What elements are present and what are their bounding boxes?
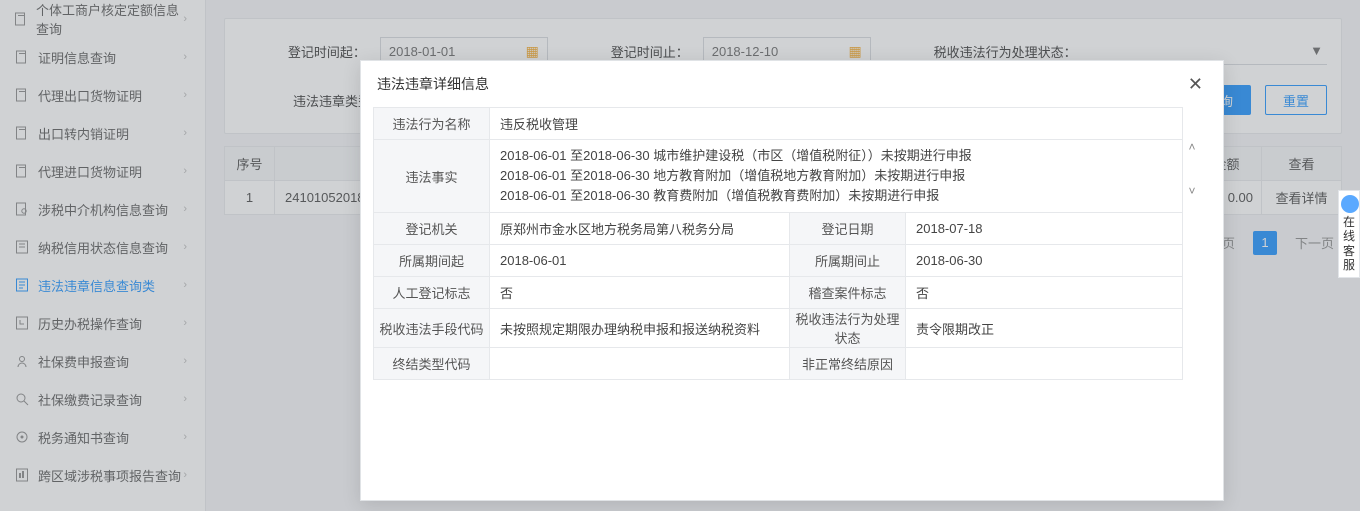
value-violation-fact: 2018-06-01 至2018-06-30 城市维护建设税（市区（增值税附征）… bbox=[490, 140, 1183, 213]
modal-title: 违法违章详细信息 bbox=[377, 74, 489, 94]
label-violation-fact: 违法事实 bbox=[374, 140, 490, 213]
label-reg-org: 登记机关 bbox=[374, 213, 490, 245]
label-end-type-code: 终结类型代码 bbox=[374, 348, 490, 380]
value-means-code: 未按照规定期限办理纳税申报和报送纳税资料 bbox=[490, 309, 790, 348]
avatar-icon bbox=[1341, 195, 1359, 213]
scroll-down-icon[interactable]: ˅ bbox=[1188, 185, 1195, 197]
helper-line1: 在线 bbox=[1341, 215, 1357, 244]
value-violation-name: 违反税收管理 bbox=[490, 108, 1183, 140]
label-period-to: 所属期间止 bbox=[790, 245, 906, 277]
value-manual-flag: 否 bbox=[490, 277, 790, 309]
label-violation-name: 违法行为名称 bbox=[374, 108, 490, 140]
detail-table: 违法行为名称 违反税收管理 违法事实 2018-06-01 至2018-06-3… bbox=[373, 107, 1183, 380]
label-abnormal-end: 非正常终结原因 bbox=[790, 348, 906, 380]
value-handle-status: 责令限期改正 bbox=[906, 309, 1183, 348]
value-period-to: 2018-06-30 bbox=[906, 245, 1183, 277]
fact-line: 2018-06-01 至2018-06-30 城市维护建设税（市区（增值税附征）… bbox=[500, 146, 1172, 166]
label-manual-flag: 人工登记标志 bbox=[374, 277, 490, 309]
violation-detail-modal: 违法违章详细信息 ✕ 违法行为名称 违反税收管理 违法事实 2018-06-01… bbox=[360, 60, 1224, 501]
fact-scrollbar[interactable]: ˄ ˅ bbox=[1183, 141, 1201, 197]
label-audit-flag: 稽查案件标志 bbox=[790, 277, 906, 309]
online-service-tab[interactable]: 在线 客服 bbox=[1338, 190, 1360, 278]
value-abnormal-end bbox=[906, 348, 1183, 380]
value-reg-org: 原郑州市金水区地方税务局第八税务分局 bbox=[490, 213, 790, 245]
value-end-type-code bbox=[490, 348, 790, 380]
fact-line: 2018-06-01 至2018-06-30 教育费附加（增值税教育费附加）未按… bbox=[500, 186, 1172, 206]
value-period-from: 2018-06-01 bbox=[490, 245, 790, 277]
label-means-code: 税收违法手段代码 bbox=[374, 309, 490, 348]
label-handle-status: 税收违法行为处理状态 bbox=[790, 309, 906, 348]
value-reg-date: 2018-07-18 bbox=[906, 213, 1183, 245]
label-reg-date: 登记日期 bbox=[790, 213, 906, 245]
close-icon[interactable]: ✕ bbox=[1184, 70, 1207, 99]
scroll-up-icon[interactable]: ˄ bbox=[1188, 141, 1195, 153]
label-period-from: 所属期间起 bbox=[374, 245, 490, 277]
fact-line: 2018-06-01 至2018-06-30 地方教育附加（增值税地方教育附加）… bbox=[500, 166, 1172, 186]
value-audit-flag: 否 bbox=[906, 277, 1183, 309]
helper-line2: 客服 bbox=[1341, 244, 1357, 273]
